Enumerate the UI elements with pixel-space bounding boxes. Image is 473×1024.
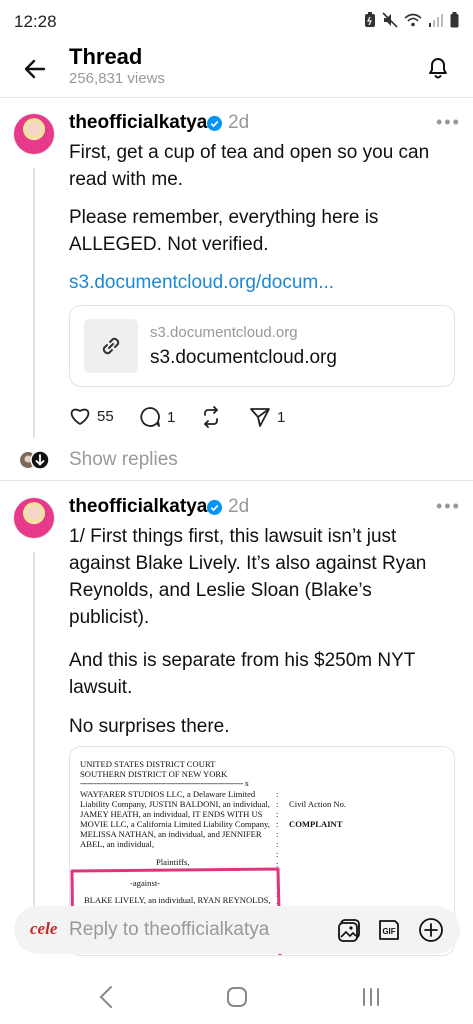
doc-plaintiff-line: MELISSA NATHAN, an individual, and JENNI…: [80, 829, 262, 839]
system-nav-bar: [0, 968, 473, 1024]
doc-plaintiff-line: WAYFARER STUDIOS LLC, a Delaware Limited: [80, 789, 256, 799]
link-card-title: s3.documentcloud.org: [150, 347, 337, 368]
status-icons: [364, 12, 459, 28]
mute-icon: [382, 12, 398, 28]
status-time: 12:28: [14, 12, 57, 31]
avatar[interactable]: [13, 497, 55, 539]
link-icon: [84, 319, 138, 373]
post-text-line: And this is separate from his $250m NYT: [69, 650, 416, 671]
comment-icon: [140, 407, 160, 427]
reply-input[interactable]: Reply to theofficialkatya: [69, 919, 269, 941]
nav-home-icon[interactable]: [222, 984, 252, 1010]
doc-plaintiff-line: Liability Company, JUSTIN BALDONI, an in…: [80, 799, 270, 809]
more-options-icon[interactable]: •••: [436, 112, 461, 133]
post-text-line: Reynolds, and Leslie Sloan (Blake’s: [69, 580, 372, 601]
post-username[interactable]: theofficialkatya: [69, 496, 207, 518]
link-card-domain: s3.documentcloud.org: [150, 324, 298, 341]
link-preview-card[interactable]: s3.documentcloud.org s3.documentcloud.or…: [69, 305, 455, 387]
verified-badge-icon: [207, 500, 222, 515]
doc-civil-action: Civil Action No.: [289, 799, 347, 809]
thread-line: [33, 168, 35, 438]
comment-button[interactable]: 1: [139, 406, 175, 428]
post-time: 2d: [228, 112, 250, 133]
post-link[interactable]: s3.documentcloud.org/docum...: [69, 272, 334, 294]
header-divider: [0, 97, 473, 98]
doc-court-line: UNITED STATES DISTRICT COURT: [80, 759, 216, 769]
heart-icon: [70, 408, 90, 425]
more-options-icon[interactable]: •••: [436, 496, 461, 517]
nav-recents-icon[interactable]: [356, 984, 386, 1010]
doc-plaintiff-line: MOVIE LLC, a California Limited Liabilit…: [80, 819, 270, 829]
post-text-line: No surprises there.: [69, 716, 230, 737]
signal-icon: [429, 14, 443, 27]
reply-bar[interactable]: cele Reply to theofficialkatya GIF: [14, 906, 460, 954]
doc-plaintiff-line: JAMEY HEATH, an individual, IT ENDS WITH…: [80, 809, 263, 819]
post-text-line: 1/ First things first, this lawsuit isn’…: [69, 526, 397, 547]
add-icon[interactable]: [418, 917, 444, 943]
back-arrow-icon[interactable]: [20, 54, 50, 84]
page-title: Thread: [69, 44, 143, 69]
post-time: 2d: [228, 496, 250, 517]
send-icon: [250, 408, 270, 427]
like-count: 55: [97, 407, 114, 425]
nav-back-icon[interactable]: [92, 984, 122, 1010]
doc-rule: ----------------------------------------…: [80, 778, 249, 788]
post-text-line: ALLEGED. Not verified.: [69, 234, 269, 255]
post-text-line: read with me.: [69, 169, 184, 190]
gif-icon[interactable]: GIF: [376, 917, 402, 943]
avatar[interactable]: [13, 113, 55, 155]
status-bar: 12:28: [0, 0, 473, 44]
reply-avatars: [20, 450, 50, 470]
battery-icon: [450, 12, 459, 28]
doc-defendants-line: BLAKE LIVELY, an individual, RYAN REYNOL…: [84, 895, 271, 905]
post-text-line: Please remember, everything here is: [69, 207, 379, 228]
views-count: 256,831 views: [69, 70, 165, 87]
share-button[interactable]: 1: [249, 406, 285, 428]
repost-button[interactable]: [200, 406, 222, 428]
account-logo: cele: [30, 919, 58, 938]
share-count: 1: [277, 408, 286, 426]
doc-plaintiff-line: ABEL, an individual,: [80, 839, 154, 849]
post-divider: [0, 480, 473, 481]
doc-against: -against-: [130, 878, 161, 888]
post-text-line: First, get a cup of tea and open so you …: [69, 142, 430, 163]
thread-line: [33, 552, 35, 912]
battery-saver-icon: [365, 12, 375, 27]
doc-plaintiffs: Plaintiffs,: [156, 857, 190, 867]
verified-badge-icon: [207, 116, 222, 131]
bell-icon[interactable]: [423, 52, 453, 82]
wifi-icon: [404, 13, 422, 27]
post-username[interactable]: theofficialkatya: [69, 112, 207, 134]
post-text-line: publicist).: [69, 607, 150, 628]
like-button[interactable]: 55: [69, 406, 114, 426]
doc-complaint: COMPLAINT: [289, 819, 343, 829]
show-replies-link[interactable]: Show replies: [69, 449, 178, 471]
svg-text:GIF: GIF: [382, 927, 395, 936]
repost-icon: [204, 406, 218, 428]
post-text-line: lawsuit.: [69, 677, 133, 698]
thread-header: Thread 256,831 views: [0, 44, 473, 98]
gallery-icon[interactable]: [336, 917, 362, 943]
post-text-line: against Blake Lively. It’s also against …: [69, 553, 427, 574]
comment-count: 1: [167, 408, 176, 426]
